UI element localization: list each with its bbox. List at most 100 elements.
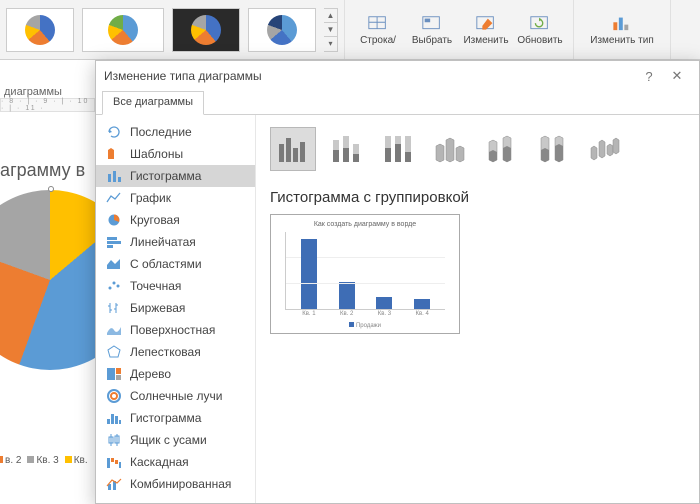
style-thumb-1[interactable] <box>6 8 74 52</box>
subtype-3d-clustered-column[interactable] <box>426 127 472 171</box>
chart-type-scatter[interactable]: Точечная <box>96 275 255 297</box>
gallery-expand-icon[interactable]: ▾ <box>324 37 337 50</box>
chart-type-label: Комбинированная <box>130 477 231 491</box>
chart-preview[interactable]: Как создать диаграмму в ворде Кв. 1 Кв. 2… <box>270 214 460 334</box>
chart-type-label: Гистограмма <box>130 169 201 183</box>
preview-plot-area: Кв. 1 Кв. 2 Кв. 3 Кв. 4 <box>285 232 445 310</box>
change-chart-type-icon <box>611 14 633 34</box>
preview-x-label: Кв. 4 <box>415 311 428 317</box>
horizontal-ruler: · 8 · | · 9 · | · 10 · | · 11 · <box>0 98 95 112</box>
subtype-stacked-column[interactable] <box>322 127 368 171</box>
refresh-icon <box>529 14 551 34</box>
histogram-icon <box>106 411 122 425</box>
chart-type-pie[interactable]: Круговая <box>96 209 255 231</box>
chart-type-stock[interactable]: Биржевая <box>96 297 255 319</box>
style-gallery-scroller[interactable]: ▲ ▼ ▾ <box>324 8 338 52</box>
preview-x-label: Кв. 2 <box>340 311 353 317</box>
subtype-3d-100pct-stacked-column[interactable] <box>530 127 576 171</box>
line-icon <box>106 191 122 205</box>
stock-icon <box>106 301 122 315</box>
subtype-title: Гистограмма с группировкой <box>270 189 685 206</box>
legend-swatch-icon <box>349 322 354 327</box>
preview-title: Как создать диаграмму в ворде <box>279 221 451 228</box>
legend-label: Кв. 3 <box>36 455 58 466</box>
chart-type-recent[interactable]: Последние <box>96 121 255 143</box>
chart-type-list: Последние Шаблоны Гистограмма График Кругова… <box>96 115 256 503</box>
preview-x-label: Кв. 1 <box>302 311 315 317</box>
chart-title-fragment[interactable]: иаграмму в <box>0 160 85 181</box>
chart-type-line[interactable]: График <box>96 187 255 209</box>
chart-type-combo[interactable]: Комбинированная <box>96 473 255 495</box>
sunburst-icon <box>106 389 122 403</box>
chart-type-label: Точечная <box>130 279 181 293</box>
chart-type-label: Поверхностная <box>130 323 215 337</box>
chart-type-column[interactable]: Гистограмма <box>96 165 255 187</box>
style-thumb-4[interactable] <box>248 8 316 52</box>
switch-row-col-label: Строка/ <box>360 36 396 46</box>
chart-type-bar[interactable]: Линейчатая <box>96 231 255 253</box>
chart-type-templates[interactable]: Шаблоны <box>96 143 255 165</box>
dialog-help-button[interactable]: ? <box>635 69 663 84</box>
chart-type-label: Каскадная <box>130 455 189 469</box>
preview-legend: Продажи <box>279 322 451 329</box>
subtype-3d-stacked-column[interactable] <box>478 127 524 171</box>
change-chart-type-dialog: Изменение типа диаграммы ? ✕ Все диаграм… <box>95 60 700 504</box>
chart-type-histogram[interactable]: Гистограмма <box>96 407 255 429</box>
preview-bar: Кв. 1 <box>301 239 317 309</box>
dialog-titlebar[interactable]: Изменение типа диаграммы ? ✕ <box>96 61 699 91</box>
change-chart-type-button[interactable]: Изменить тип <box>582 2 662 57</box>
subtype-row <box>270 127 685 171</box>
chart-type-sunburst[interactable]: Солнечные лучи <box>96 385 255 407</box>
chart-type-waterfall[interactable]: Каскадная <box>96 451 255 473</box>
tree-icon <box>106 367 122 381</box>
switch-row-col-icon <box>367 14 389 34</box>
recent-icon <box>106 125 122 139</box>
area-icon <box>106 257 122 271</box>
style-thumb-3[interactable] <box>172 8 240 52</box>
scroll-down-icon[interactable]: ▼ <box>324 23 337 37</box>
subtype-3d-column[interactable] <box>582 127 628 171</box>
chart-type-tree[interactable]: Дерево <box>96 363 255 385</box>
legend-swatch-icon <box>0 456 3 463</box>
pie-icon <box>106 213 122 227</box>
dialog-close-button[interactable]: ✕ <box>663 68 691 84</box>
ribbon: ▲ ▼ ▾ Строка/ Выбрать Изменить <box>0 0 700 60</box>
select-data-icon <box>421 14 443 34</box>
select-data-label: Выбрать <box>412 36 452 46</box>
chart-type-label: Биржевая <box>130 301 185 315</box>
column-icon <box>106 169 122 183</box>
subtype-clustered-column[interactable] <box>270 127 316 171</box>
select-data-button[interactable]: Выбрать <box>407 2 457 57</box>
dialog-body: Последние Шаблоны Гистограмма График Кругова… <box>96 115 699 503</box>
preview-bar: Кв. 2 <box>339 282 355 309</box>
chart-type-label: Гистограмма <box>130 411 201 425</box>
templates-icon <box>106 147 122 161</box>
chart-type-radar[interactable]: Лепестковая <box>96 341 255 363</box>
chart-type-surface[interactable]: Поверхностная <box>96 319 255 341</box>
scroll-up-icon[interactable]: ▲ <box>324 9 337 23</box>
tab-all-charts[interactable]: Все диаграммы <box>102 91 204 115</box>
chart-handle-n[interactable] <box>48 186 54 192</box>
change-chart-type-label: Изменить тип <box>590 36 653 46</box>
pie-legend: в. 2 Кв. 3 Кв. <box>0 455 88 466</box>
subtype-100pct-stacked-column[interactable] <box>374 127 420 171</box>
legend-label: Кв. <box>74 455 88 466</box>
edit-data-button[interactable]: Изменить <box>461 2 511 57</box>
legend-label: в. 2 <box>5 455 21 466</box>
legend-swatch-icon <box>27 456 34 463</box>
chart-type-label: График <box>130 191 171 205</box>
dialog-title-text: Изменение типа диаграммы <box>104 69 262 83</box>
chart-type-boxwhisk[interactable]: Ящик с усами <box>96 429 255 451</box>
chart-type-area[interactable]: С областями <box>96 253 255 275</box>
edit-data-icon <box>475 14 497 34</box>
chart-type-label: Шаблоны <box>130 147 183 161</box>
edit-data-label: Изменить <box>463 36 508 46</box>
preview-bar: Кв. 4 <box>414 299 430 309</box>
chart-type-label: Круговая <box>130 213 180 227</box>
ribbon-type-group: Изменить тип <box>574 0 671 59</box>
boxwhisk-icon <box>106 433 122 447</box>
preview-bar: Кв. 3 <box>376 297 392 309</box>
switch-row-col-button[interactable]: Строка/ <box>353 2 403 57</box>
style-thumb-2[interactable] <box>82 8 164 52</box>
refresh-data-button[interactable]: Обновить <box>515 2 565 57</box>
